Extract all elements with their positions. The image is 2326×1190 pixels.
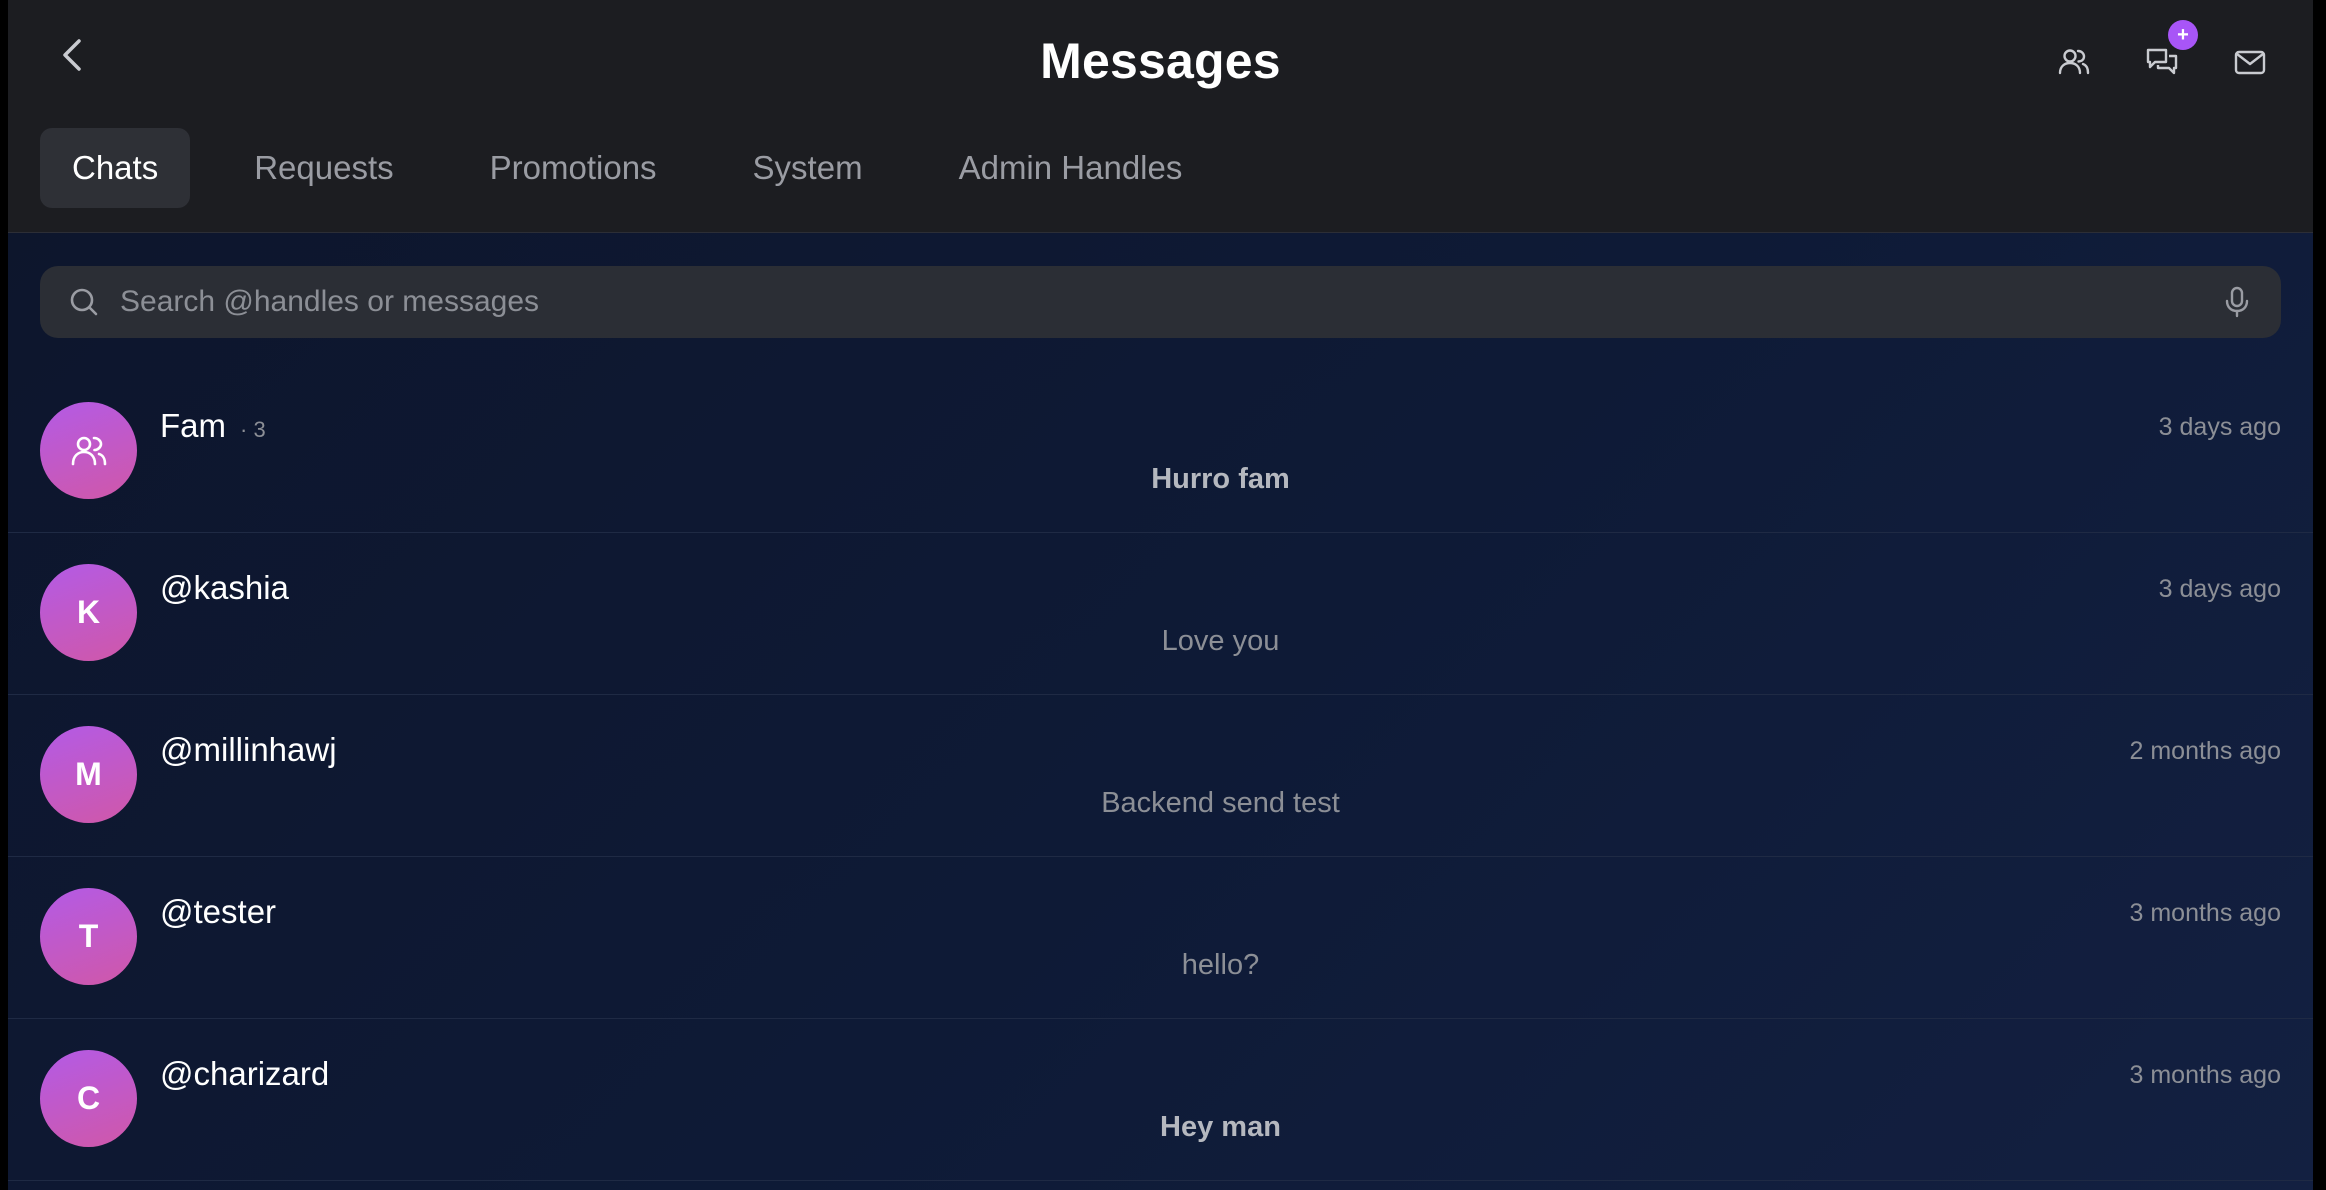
top-bar: Messages + Chats Requests Promotions Sys…	[8, 0, 2313, 233]
envelope-icon	[2234, 50, 2266, 75]
avatar: M	[40, 726, 137, 823]
message-preview: Backend send test	[1101, 787, 1340, 819]
messages-app: Messages + Chats Requests Promotions Sys…	[8, 0, 2313, 1190]
member-count: · 3	[240, 417, 266, 442]
conversation-name: @charizard	[160, 1055, 330, 1092]
microphone-icon[interactable]	[2217, 282, 2257, 322]
conversation-row[interactable]: C @charizard 3 months ago Hey man	[8, 1019, 2313, 1181]
avatar: C	[40, 1050, 137, 1147]
conversation-time: 2 months ago	[2129, 737, 2282, 765]
page-title: Messages	[1040, 33, 1281, 89]
avatar: T	[40, 888, 137, 985]
conversation-name: @millinhawj	[160, 731, 337, 768]
message-preview: Hey man	[1160, 1111, 1281, 1143]
conversation-time: 3 days ago	[2158, 575, 2281, 603]
search-bar	[40, 266, 2281, 338]
message-preview: hello?	[1181, 949, 1260, 981]
search-icon	[70, 288, 98, 316]
conversation-row[interactable]: M @millinhawj 2 months ago Backend send …	[8, 695, 2313, 857]
conversation-name: @tester	[160, 893, 277, 930]
conversation-row[interactable]: Fam · 3 3 days ago Hurro fam	[8, 371, 2313, 533]
avatar	[40, 402, 137, 499]
tab-system[interactable]: System	[721, 128, 895, 208]
conversation-list: Fam · 3 3 days ago Hurro fam K @kashia 3…	[8, 371, 2313, 1181]
users-icon	[2058, 49, 2090, 75]
avatar: K	[40, 564, 137, 661]
tab-requests[interactable]: Requests	[222, 128, 425, 208]
notification-badge: +	[2168, 20, 2198, 50]
tab-chats[interactable]: Chats	[40, 128, 191, 208]
conversation-row[interactable]: T @tester 3 months ago hello?	[8, 857, 2313, 1019]
tab-promotions[interactable]: Promotions	[458, 128, 689, 208]
conversation-row[interactable]: K @kashia 3 days ago Love you	[8, 533, 2313, 695]
conversation-name: @kashia	[160, 569, 289, 606]
contacts-button[interactable]	[2048, 36, 2100, 88]
search-input[interactable]	[120, 266, 2200, 338]
conversation-name: Fam	[160, 407, 226, 444]
conversation-time: 3 months ago	[2129, 899, 2282, 927]
tab-bar: Chats Requests Promotions System Admin H…	[40, 128, 1246, 208]
tab-admin-handles[interactable]: Admin Handles	[927, 128, 1215, 208]
group-icon	[71, 436, 106, 465]
conversation-time: 3 days ago	[2158, 413, 2281, 441]
message-preview: Love you	[1161, 625, 1280, 657]
inbox-button[interactable]	[2224, 36, 2276, 88]
conversation-time: 3 months ago	[2129, 1061, 2282, 1089]
message-preview: Hurro fam	[1151, 463, 1290, 495]
chat-bubbles-icon	[2146, 48, 2178, 75]
